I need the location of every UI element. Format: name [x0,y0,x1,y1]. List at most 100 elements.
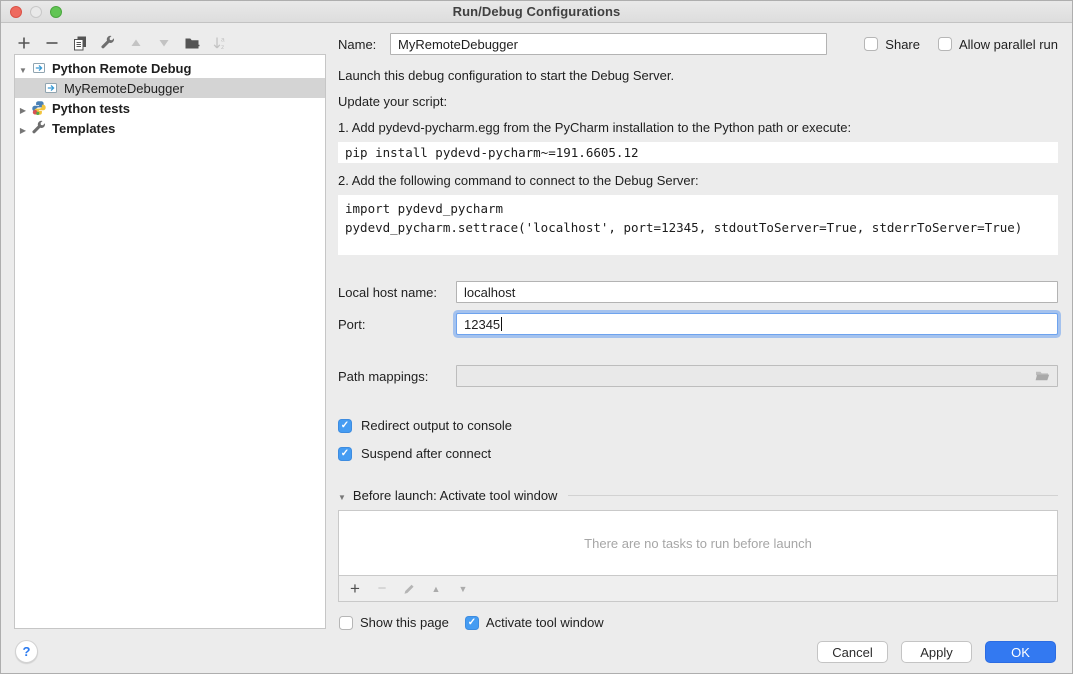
edit-templates-button[interactable] [99,34,117,52]
tree-item-label: MyRemoteDebugger [64,81,184,96]
local-host-input[interactable]: localhost [456,281,1058,303]
tree-item-label: Python tests [52,101,130,116]
share-label: Share [885,37,920,52]
add-task-button[interactable]: + [348,582,362,596]
new-folder-button[interactable] [183,34,201,52]
move-up-icon [128,35,144,51]
share-checkbox[interactable] [864,37,878,51]
move-task-down-button[interactable] [456,582,470,596]
traffic-lights [10,6,62,18]
minimize-button[interactable] [30,6,42,18]
tree-item-myremotedebugger[interactable]: MyRemoteDebugger [15,78,325,98]
empty-tasks-text: There are no tasks to run before launch [584,536,812,551]
wrench-icon [31,120,47,136]
chevron-right-icon[interactable] [15,101,31,116]
launch-instruction-text: Launch this debug configuration to start… [338,68,1058,84]
suspend-after-connect-label: Suspend after connect [361,446,491,461]
port-input[interactable]: 12345 [456,313,1058,335]
tree-item-label: Python Remote Debug [52,61,191,76]
edit-pencil-icon [402,582,416,596]
before-launch-toolbar: + − [338,576,1058,602]
title-bar: Run/Debug Configurations [1,1,1072,23]
local-host-row: Local host name: localhost [338,281,1058,303]
path-mappings-row: Path mappings: [338,365,1058,387]
edit-task-button[interactable] [402,582,416,596]
section-collapse-icon[interactable] [338,488,346,503]
cancel-button[interactable]: Cancel [817,641,888,663]
suspend-after-connect-checkbox[interactable] [338,447,352,461]
activate-tool-window-checkbox[interactable] [465,616,479,630]
port-row: Port: 12345 [338,313,1058,335]
copy-configuration-button[interactable] [71,34,89,52]
activate-tool-window-checkbox-group[interactable]: Activate tool window [465,615,604,630]
dialog-buttons: Cancel Apply OK [817,641,1056,663]
move-down-button[interactable] [155,34,173,52]
path-mappings-label: Path mappings: [338,369,456,384]
new-folder-icon [184,35,200,51]
remove-configuration-button[interactable] [43,34,61,52]
redirect-output-label: Redirect output to console [361,418,512,433]
show-this-page-checkbox-group[interactable]: Show this page [339,615,449,630]
settrace-code-block: import pydevd_pycharm pydevd_pycharm.set… [338,195,1058,255]
configurations-tree: Python Remote Debug MyRemoteDebugger Pyt… [14,54,326,629]
move-up-button[interactable] [127,34,145,52]
help-button[interactable]: ? [15,640,38,663]
sort-alphabetically-icon: a z [212,35,228,51]
close-button[interactable] [10,6,22,18]
name-row: Name: MyRemoteDebugger Share Allow paral… [338,32,1058,56]
tree-item-templates[interactable]: Templates [15,118,325,138]
python-tests-icon [31,100,47,116]
step2-text: 2. Add the following command to connect … [338,173,1058,189]
window-title: Run/Debug Configurations [453,4,621,19]
section-divider [568,495,1058,496]
chevron-down-icon[interactable] [15,61,31,76]
allow-parallel-run-checkbox-group[interactable]: Allow parallel run [938,37,1058,52]
tree-item-python-remote-debug[interactable]: Python Remote Debug [15,58,325,78]
port-value: 12345 [464,317,500,332]
name-value: MyRemoteDebugger [398,37,518,52]
share-area: Share Allow parallel run [864,37,1058,52]
allow-parallel-run-checkbox[interactable] [938,37,952,51]
chevron-right-icon[interactable] [15,121,31,136]
before-launch-title: Before launch: Activate tool window [353,488,558,503]
tree-item-python-tests[interactable]: Python tests [15,98,325,118]
suspend-after-connect-checkbox-row[interactable]: Suspend after connect [338,446,1058,461]
edit-templates-wrench-icon [100,35,116,51]
port-label: Port: [338,317,456,332]
remote-debug-icon [31,60,47,76]
zoom-button[interactable] [50,6,62,18]
configuration-editor: Name: MyRemoteDebugger Share Allow paral… [338,32,1058,630]
share-checkbox-group[interactable]: Share [864,37,920,52]
step1-text: 1. Add pydevd-pycharm.egg from the PyCha… [338,120,1058,136]
update-script-text: Update your script: [338,94,1058,110]
pip-install-command: pip install pydevd-pycharm~=191.6605.12 [338,142,1058,163]
redirect-output-checkbox-row[interactable]: Redirect output to console [338,418,1058,433]
configurations-toolbar: a z [15,33,229,53]
open-folder-icon[interactable] [1034,368,1050,384]
remove-task-button[interactable]: − [375,582,389,596]
text-cursor [501,317,502,331]
name-label: Name: [338,37,390,52]
redirect-output-checkbox[interactable] [338,419,352,433]
before-launch-header[interactable]: Before launch: Activate tool window [338,488,1058,503]
add-configuration-button[interactable] [15,34,33,52]
show-this-page-checkbox[interactable] [339,616,353,630]
name-input[interactable]: MyRemoteDebugger [390,33,827,55]
sort-configurations-button[interactable]: a z [211,34,229,52]
add-icon [16,35,32,51]
apply-button[interactable]: Apply [901,641,972,663]
path-mappings-input[interactable] [456,365,1058,387]
remove-icon [44,35,60,51]
ok-button[interactable]: OK [985,641,1056,663]
local-host-value: localhost [464,285,515,300]
tree-item-label: Templates [52,121,115,136]
before-launch-task-list[interactable]: There are no tasks to run before launch [338,510,1058,576]
local-host-label: Local host name: [338,285,456,300]
show-this-page-label: Show this page [360,615,449,630]
code-line-1: import pydevd_pycharm [345,201,503,216]
help-icon: ? [23,644,31,659]
move-task-up-button[interactable] [429,582,443,596]
remote-debug-icon [43,80,59,96]
footer-options: Show this page Activate tool window [338,615,1058,630]
svg-text:z: z [221,44,224,51]
